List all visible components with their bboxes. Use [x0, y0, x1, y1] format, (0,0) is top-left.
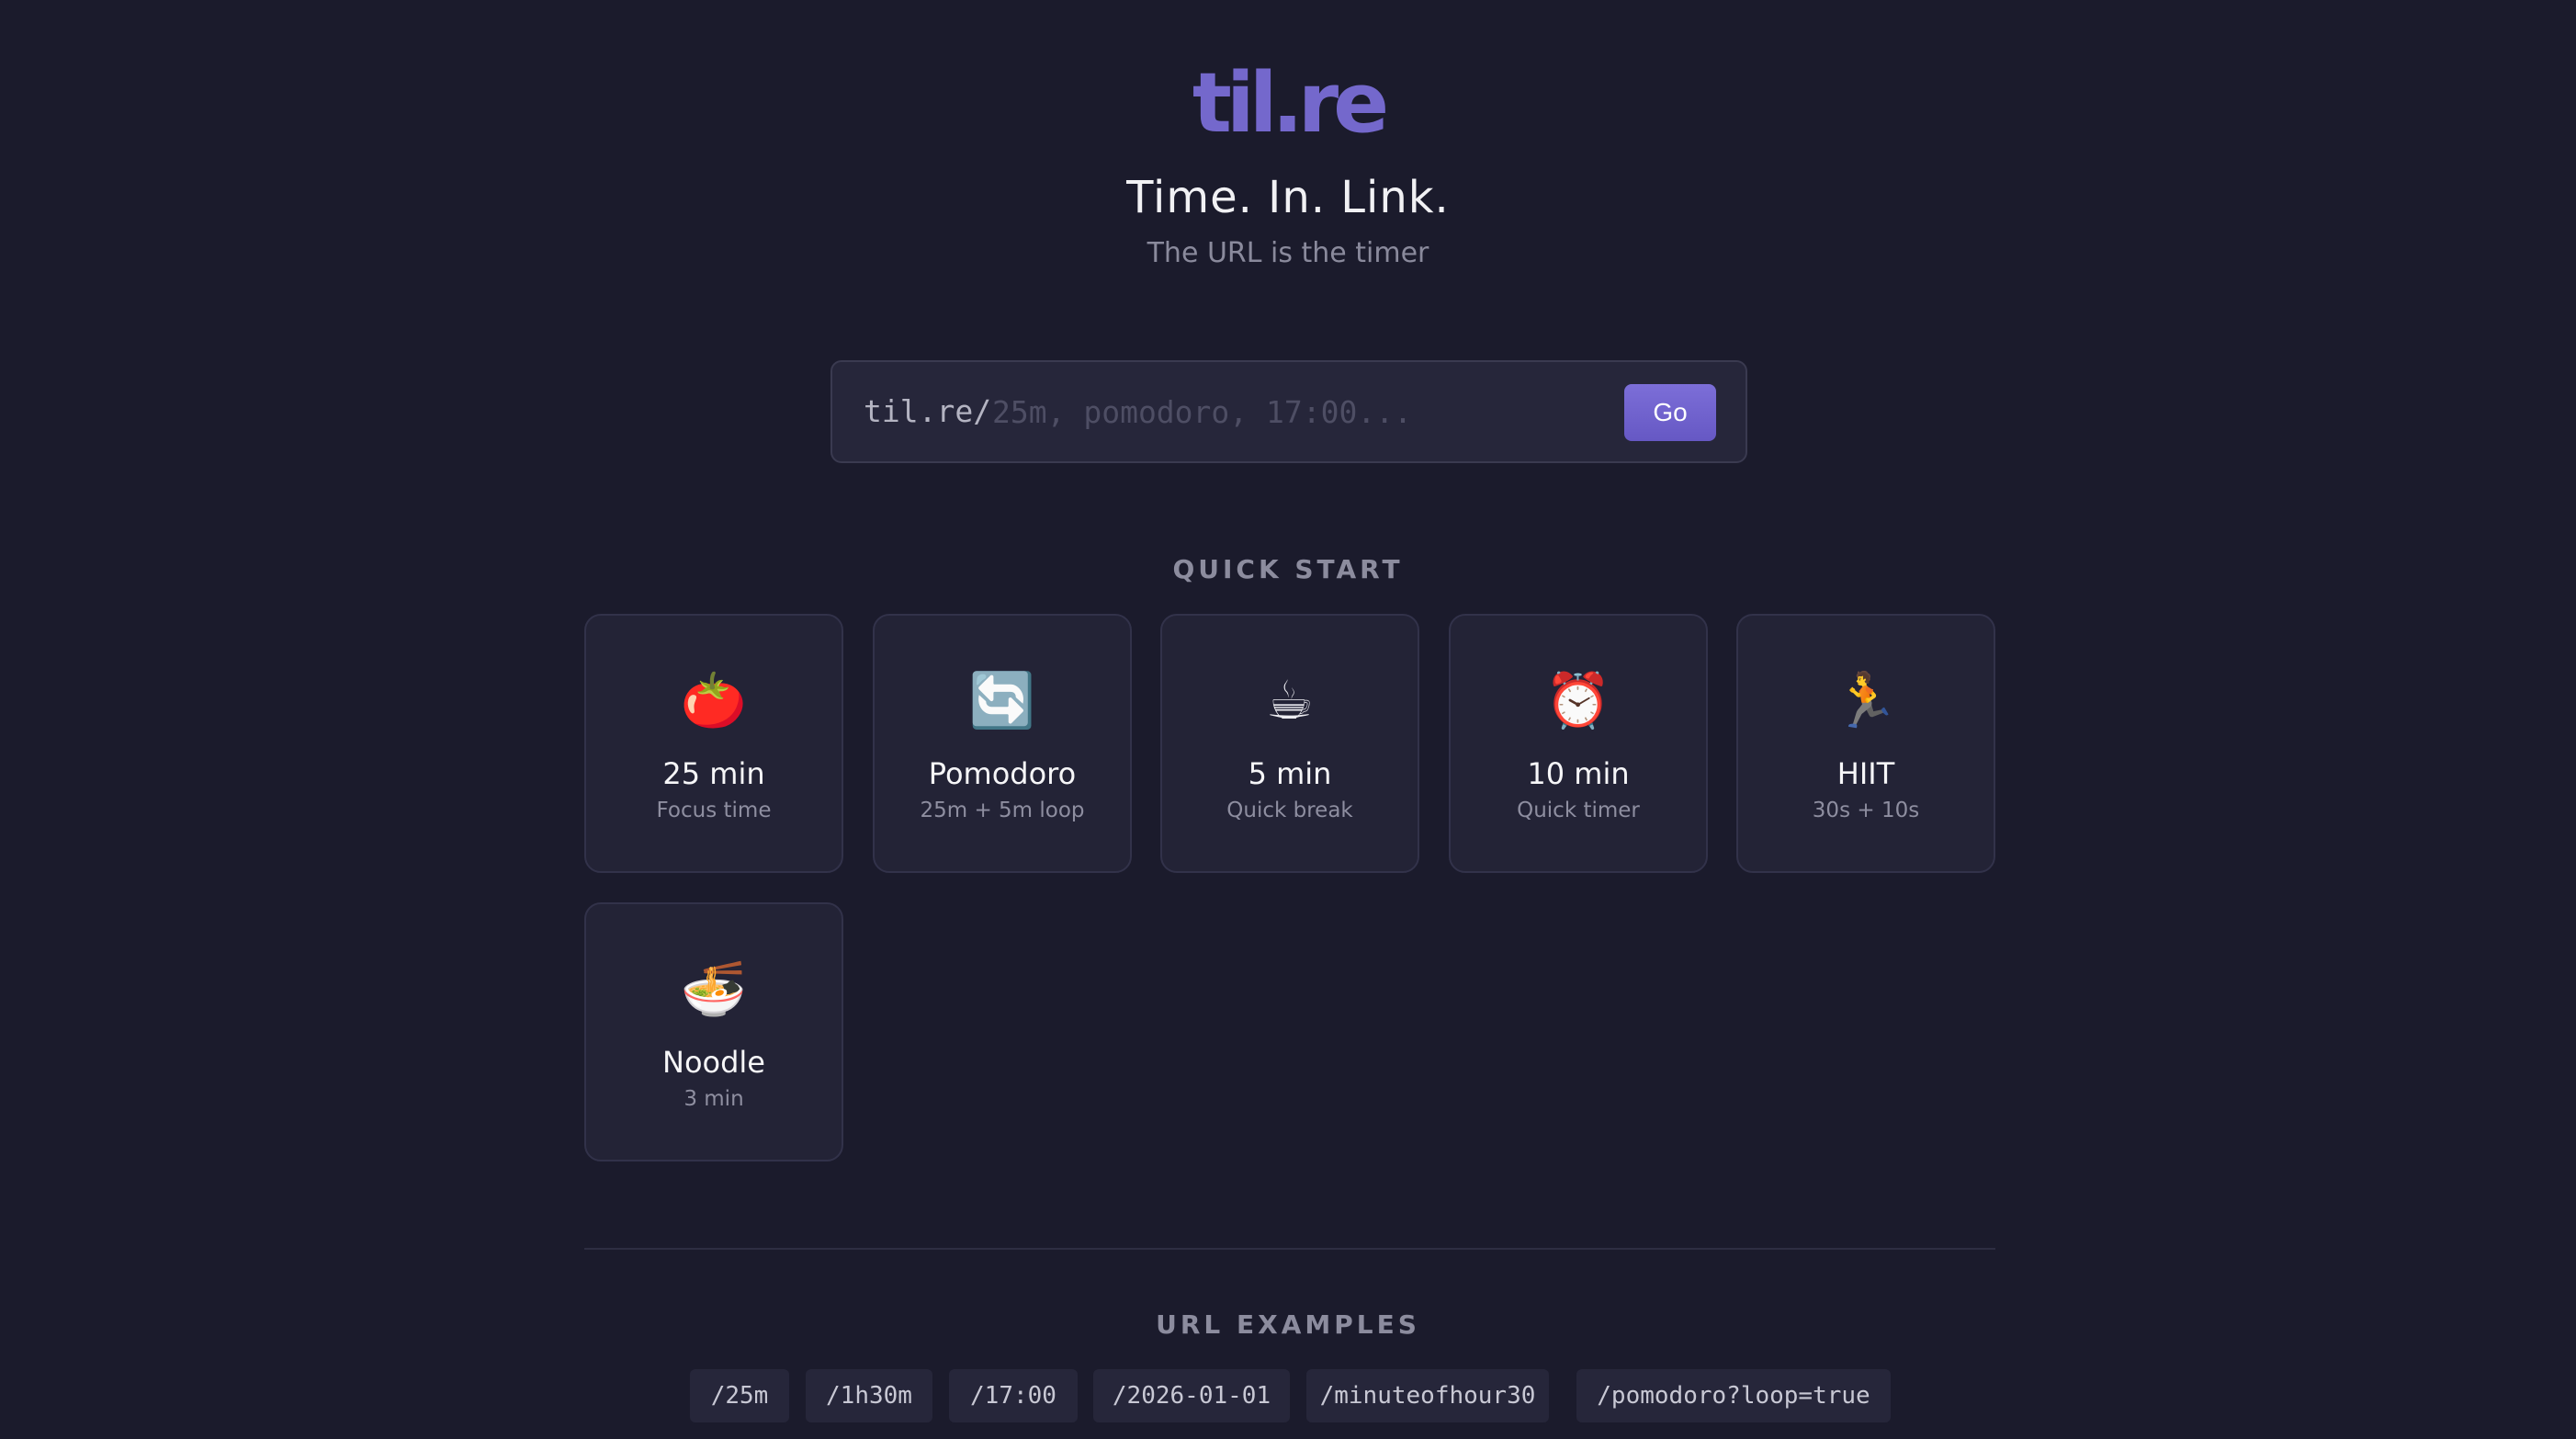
- alarm-clock-icon: ⏰: [1544, 669, 1612, 731]
- card-title: Pomodoro: [928, 756, 1077, 791]
- card-subtitle: 3 min: [684, 1087, 744, 1111]
- runner-icon: 🏃: [1832, 669, 1900, 731]
- url-example-chip[interactable]: /17:00: [949, 1369, 1078, 1422]
- card-title: 25 min: [662, 756, 765, 791]
- url-prefix: til.re/: [864, 393, 992, 429]
- timer-url-input[interactable]: [992, 386, 1525, 437]
- quick-start-card-25-min[interactable]: 🍅 25 min Focus time: [584, 614, 843, 873]
- noodle-bowl-icon: 🍜: [680, 957, 748, 1020]
- logo[interactable]: til.re: [0, 53, 2576, 154]
- url-example-chip[interactable]: /minuteofhour30: [1306, 1369, 1549, 1422]
- quick-start-card-noodle[interactable]: 🍜 Noodle 3 min: [584, 902, 843, 1161]
- url-example-chip[interactable]: /25m: [690, 1369, 789, 1422]
- card-subtitle: 25m + 5m loop: [920, 799, 1085, 822]
- refresh-arrows-icon: 🔄: [968, 669, 1036, 731]
- card-title: 10 min: [1527, 756, 1630, 791]
- url-example-chip[interactable]: /pomodoro?loop=true: [1576, 1369, 1891, 1422]
- url-examples-heading: URL EXAMPLES: [1156, 1309, 1420, 1340]
- page: til.re Time. In. Link. The URL is the ti…: [0, 0, 2576, 1439]
- quick-start-card-pomodoro[interactable]: 🔄 Pomodoro 25m + 5m loop: [873, 614, 1132, 873]
- quick-start-card-10-min[interactable]: ⏰ 10 min Quick timer: [1449, 614, 1708, 873]
- coffee-cup-icon: ☕: [1266, 669, 1314, 731]
- tomato-icon: 🍅: [680, 669, 748, 731]
- card-subtitle: Quick timer: [1517, 799, 1640, 822]
- tagline: Time. In. Link.: [1126, 172, 1450, 223]
- quick-start-card-5-min[interactable]: ☕ 5 min Quick break: [1160, 614, 1419, 873]
- url-example-chip[interactable]: /1h30m: [806, 1369, 932, 1422]
- url-example-chip[interactable]: /2026-01-01: [1093, 1369, 1290, 1422]
- quick-start-heading: QUICK START: [1172, 554, 1404, 584]
- quick-start-card-hiit[interactable]: 🏃 HIIT 30s + 10s: [1736, 614, 1995, 873]
- card-subtitle: 30s + 10s: [1812, 799, 1920, 822]
- section-divider: [584, 1248, 1995, 1250]
- subtitle: The URL is the timer: [1147, 237, 1429, 269]
- card-title: Noodle: [662, 1045, 765, 1080]
- card-subtitle: Quick break: [1226, 799, 1353, 822]
- go-button[interactable]: Go: [1624, 384, 1716, 441]
- card-title: 5 min: [1248, 756, 1332, 791]
- timer-url-form: til.re/ Go: [830, 360, 1747, 463]
- card-subtitle: Focus time: [656, 799, 772, 822]
- card-title: HIIT: [1836, 756, 1895, 791]
